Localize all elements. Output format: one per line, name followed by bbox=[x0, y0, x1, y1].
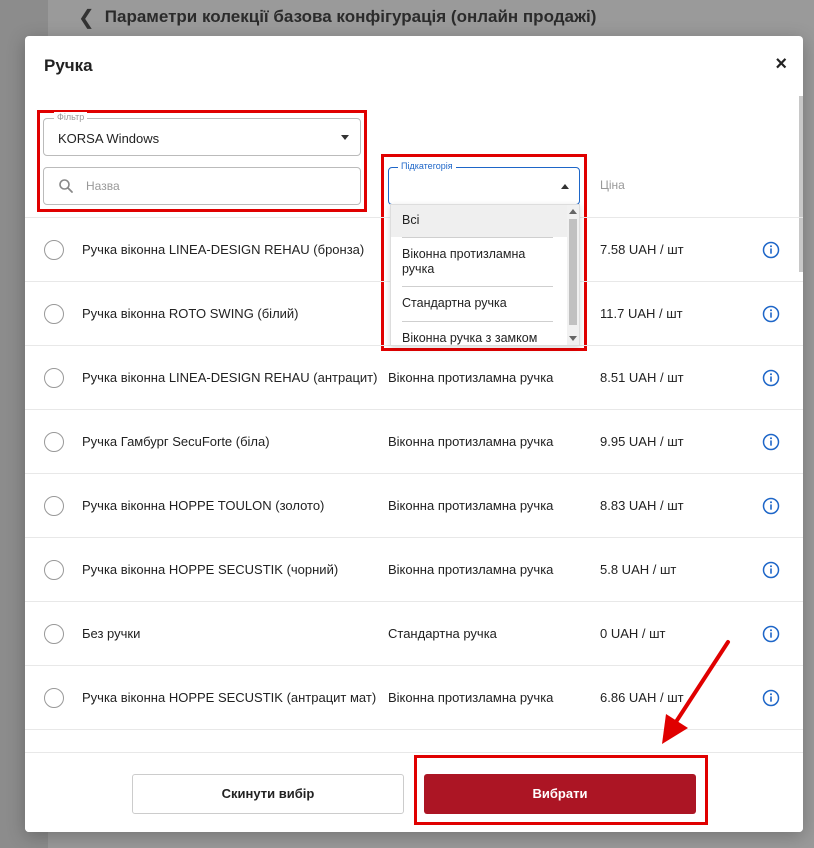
dropdown-scrollbar[interactable] bbox=[567, 205, 579, 345]
row-subcategory: Віконна протизламна ручка bbox=[388, 562, 554, 577]
row-name: Ручка віконна HOPPE SECUSTIK (чорний) bbox=[82, 562, 339, 577]
row-name: Ручка Гамбург SecuForte (біла) bbox=[82, 434, 270, 449]
dropdown-option-standard[interactable]: Стандартна ручка bbox=[391, 296, 567, 311]
row-price: 8.83 UAH / шт bbox=[600, 498, 684, 513]
row-name: Ручка віконна HOPPE SECUSTIK (антрацит м… bbox=[82, 690, 377, 705]
row-radio[interactable] bbox=[44, 240, 64, 260]
filter-legend: Фільтр bbox=[54, 112, 88, 122]
scroll-up-icon[interactable] bbox=[569, 209, 577, 214]
row-name: Ручка віконна LINEA-DESIGN REHAU (антрац… bbox=[82, 370, 378, 385]
row-radio[interactable] bbox=[44, 624, 64, 644]
row-radio[interactable] bbox=[44, 304, 64, 324]
info-icon[interactable] bbox=[762, 689, 780, 707]
info-icon[interactable] bbox=[762, 433, 780, 451]
row-price: 5.8 UAH / шт bbox=[600, 562, 677, 577]
row-subcategory: Віконна протизламна ручка bbox=[388, 498, 554, 513]
search-icon bbox=[58, 178, 74, 199]
row-price: 8.51 UAH / шт bbox=[600, 370, 684, 385]
background-header: ❮ Параметри колекції базова конфігурація… bbox=[78, 5, 597, 30]
info-icon[interactable] bbox=[762, 305, 780, 323]
info-icon[interactable] bbox=[762, 625, 780, 643]
row-price: 9.95 UAH / шт bbox=[600, 434, 684, 449]
row-name: Ручка віконна ROTO SWING (білий) bbox=[82, 306, 299, 321]
caret-down-icon bbox=[341, 135, 349, 140]
row-price: 11.7 UAH / шт bbox=[600, 306, 683, 321]
table-row[interactable]: Ручка віконна HOPPE SECUSTIK (чорний) Ві… bbox=[25, 537, 803, 601]
row-name: Ручка віконна HOPPE TOULON (золото) bbox=[82, 498, 325, 513]
row-subcategory: Віконна протизламна ручка bbox=[388, 434, 554, 449]
info-icon[interactable] bbox=[762, 241, 780, 259]
dropdown-divider bbox=[402, 321, 553, 322]
subcategory-dropdown-list: Всі Віконна протизламна ручка Стандартна… bbox=[390, 204, 580, 346]
modal-title: Ручка bbox=[44, 56, 93, 75]
table-row[interactable]: Ручка віконна LINEA-DESIGN REHAU (антрац… bbox=[25, 345, 803, 409]
row-subcategory: Віконна протизламна ручка bbox=[388, 370, 554, 385]
table-row[interactable]: Ручка Гамбург SecuForte (біла) Віконна п… bbox=[25, 409, 803, 473]
name-search-input[interactable] bbox=[86, 177, 346, 195]
row-name: Без ручки bbox=[82, 626, 141, 641]
scroll-down-icon[interactable] bbox=[569, 336, 577, 341]
row-name: Ручка віконна LINEA-DESIGN REHAU (бронза… bbox=[82, 242, 365, 257]
subcategory-legend: Підкатегорія bbox=[398, 161, 456, 171]
back-chevron-icon[interactable]: ❮ bbox=[78, 5, 95, 30]
subcategory-select[interactable]: Підкатегорія bbox=[388, 161, 580, 205]
dropdown-divider bbox=[402, 286, 553, 287]
row-price: 7.58 UAH / шт bbox=[600, 242, 684, 257]
annotation-arrow-icon bbox=[662, 640, 730, 744]
row-radio[interactable] bbox=[44, 688, 64, 708]
info-icon[interactable] bbox=[762, 561, 780, 579]
reset-selection-button[interactable]: Скинути вибір bbox=[132, 774, 404, 814]
row-radio[interactable] bbox=[44, 432, 64, 452]
dropdown-option-with-lock[interactable]: Віконна ручка з замком bbox=[391, 331, 567, 345]
info-icon[interactable] bbox=[762, 369, 780, 387]
info-icon[interactable] bbox=[762, 497, 780, 515]
row-subcategory: Віконна протизламна ручка bbox=[388, 690, 554, 705]
dropdown-scroll-thumb[interactable] bbox=[569, 219, 577, 325]
background-page-title: Параметри колекції базова конфігурація (… bbox=[104, 7, 597, 26]
filter-select[interactable]: Фільтр KORSA Windows bbox=[43, 112, 361, 156]
dropdown-divider bbox=[402, 237, 553, 238]
caret-up-icon bbox=[561, 184, 569, 189]
dropdown-option-all[interactable]: Всі bbox=[391, 205, 567, 237]
row-radio[interactable] bbox=[44, 496, 64, 516]
name-search-field[interactable] bbox=[43, 167, 361, 205]
price-column-header: Ціна bbox=[600, 178, 625, 192]
close-icon[interactable]: × bbox=[775, 53, 787, 75]
select-button-highlight-box bbox=[414, 755, 708, 825]
row-radio[interactable] bbox=[44, 560, 64, 580]
table-row[interactable]: Ручка віконна HOPPE TOULON (золото) Віко… bbox=[25, 473, 803, 537]
row-subcategory: Стандартна ручка bbox=[388, 626, 497, 641]
filter-value: KORSA Windows bbox=[58, 131, 160, 146]
dropdown-option-anti-burglary[interactable]: Віконна протизламна ручка bbox=[391, 247, 567, 277]
row-radio[interactable] bbox=[44, 368, 64, 388]
